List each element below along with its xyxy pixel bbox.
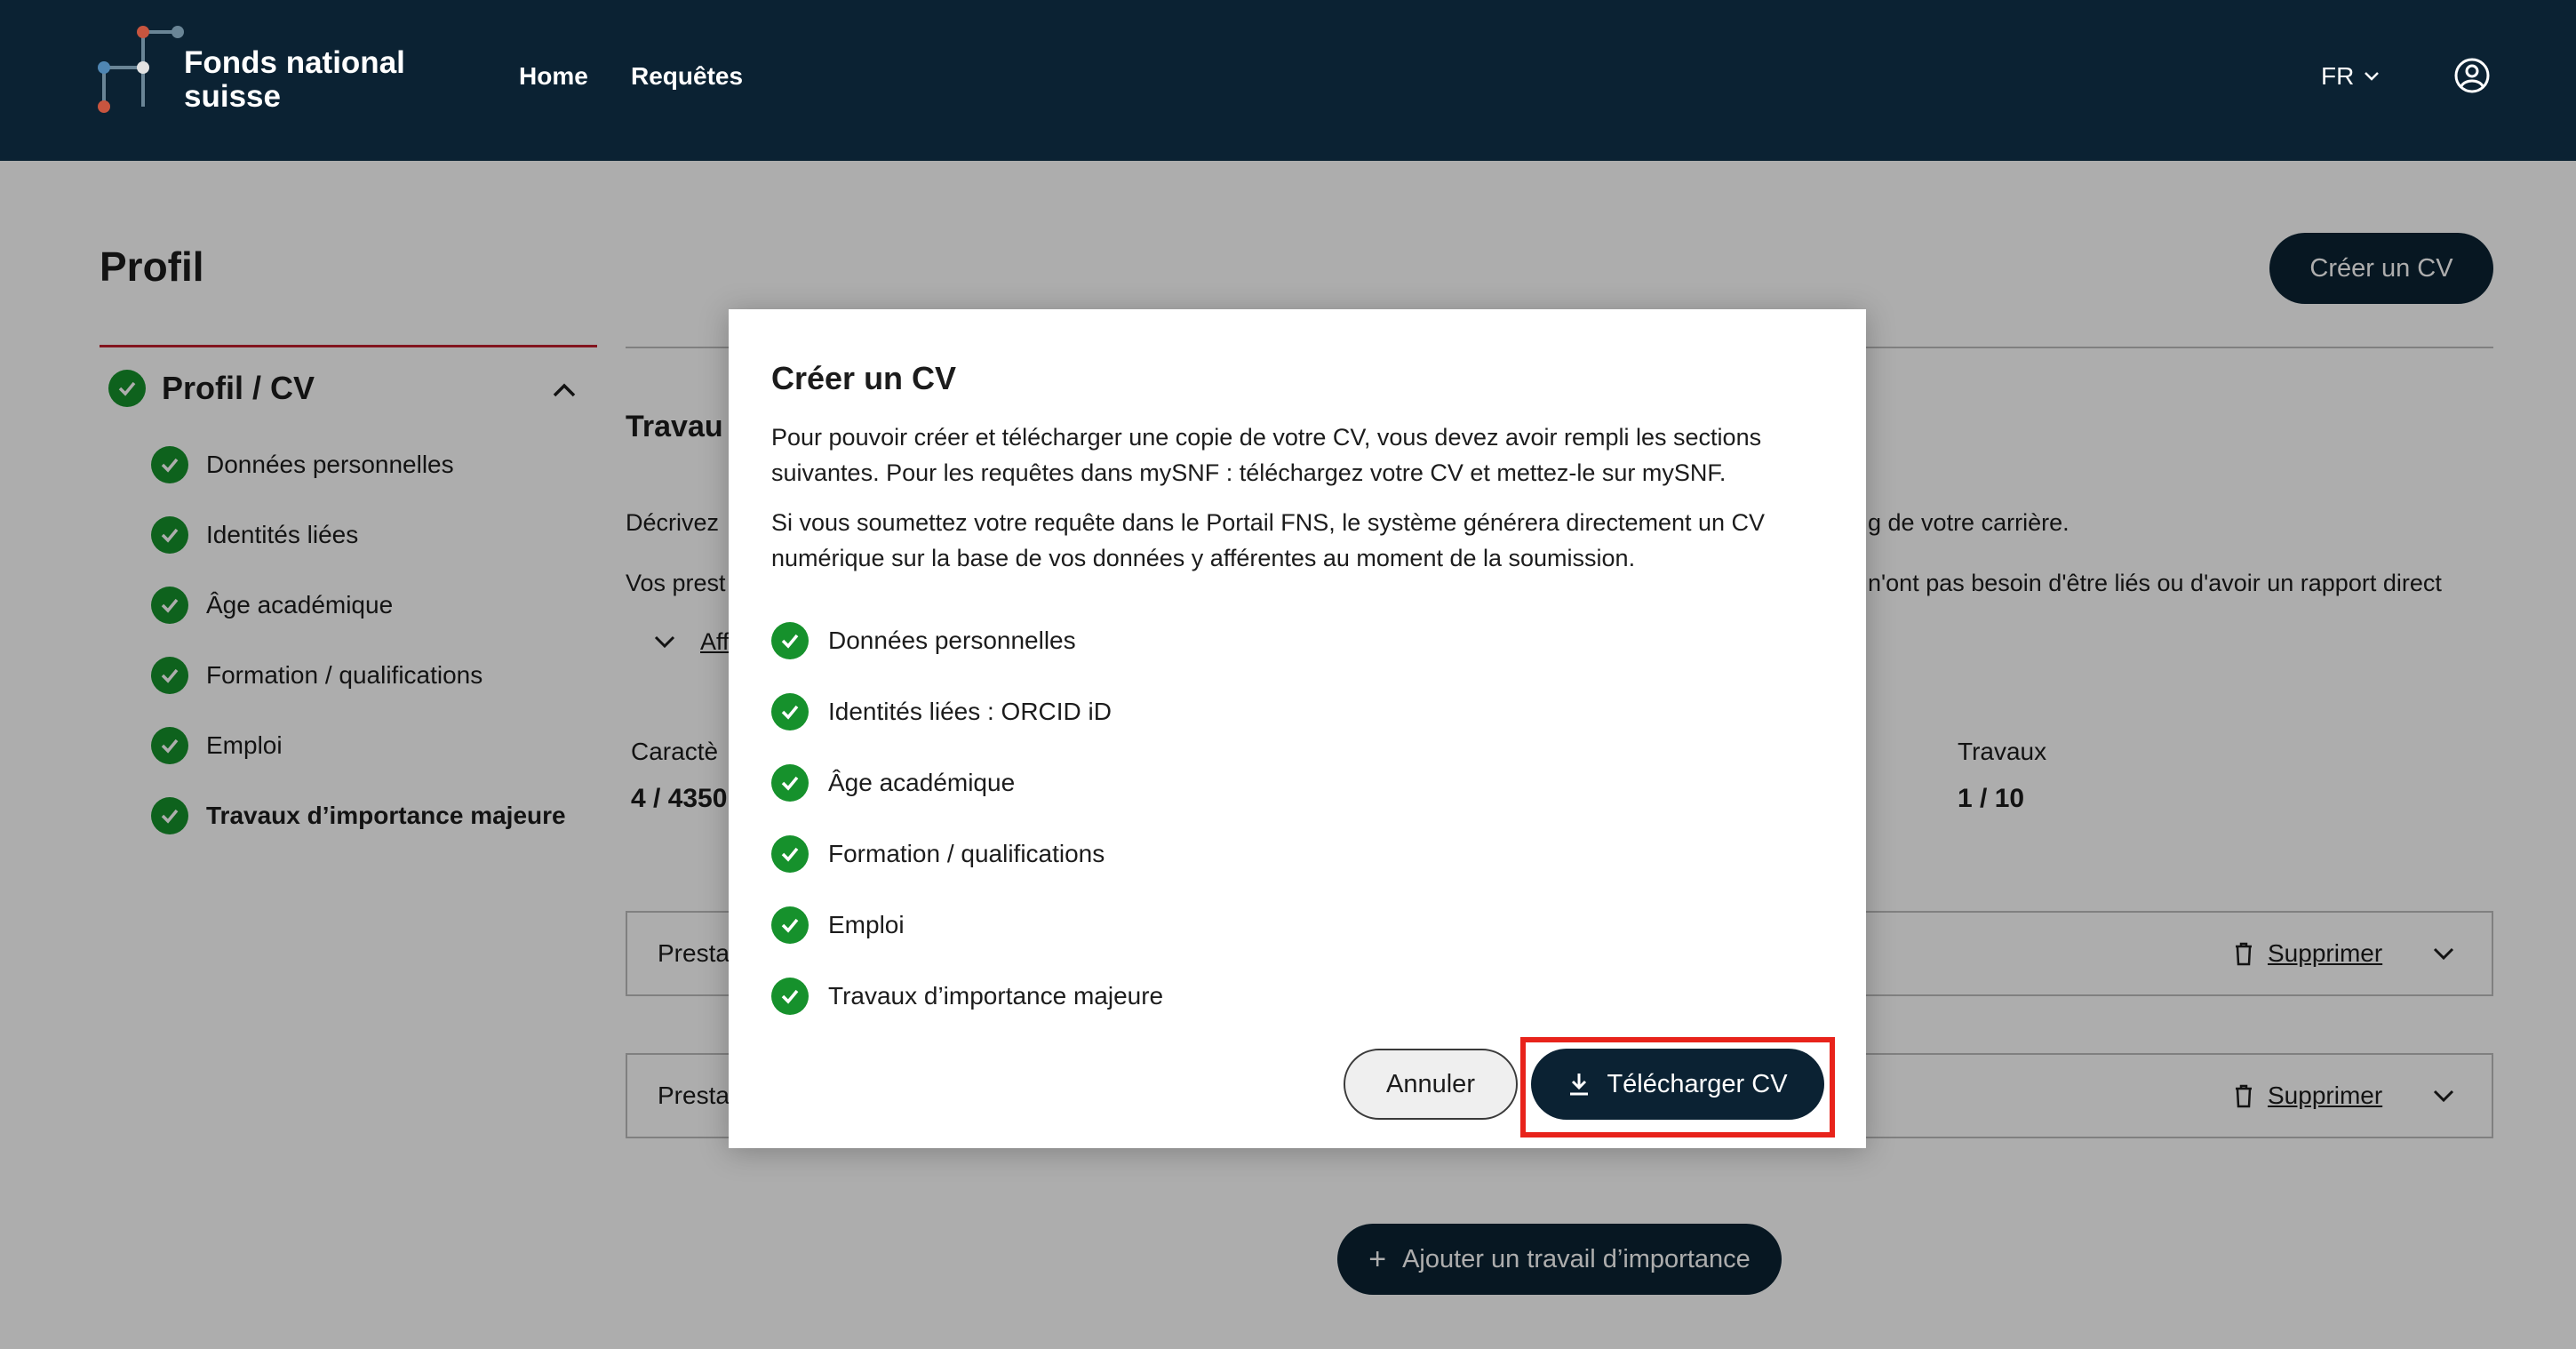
checklist-item-label: Identités liées : ORCID iD xyxy=(828,698,1112,725)
create-cv-dialog: Créer un CV Pour pouvoir créer et téléch… xyxy=(729,309,1866,1148)
download-icon xyxy=(1570,1074,1589,1096)
language-selector[interactable]: FR xyxy=(2321,60,2381,92)
check-icon xyxy=(771,764,809,802)
chevron-down-icon xyxy=(2365,72,2380,81)
download-cv-label: Télécharger CV xyxy=(1607,1069,1788,1098)
dialog-paragraph-1: Pour pouvoir créer et télécharger une co… xyxy=(771,424,1762,486)
checklist-item-label: Emploi xyxy=(828,911,905,938)
brand-name: Fonds national suisse xyxy=(184,45,405,114)
download-cv-button[interactable]: Télécharger CV xyxy=(1531,1049,1824,1120)
checklist-item-label: Âge académique xyxy=(828,769,1016,796)
snf-logo[interactable] xyxy=(93,23,191,121)
cancel-button[interactable]: Annuler xyxy=(1344,1049,1518,1120)
check-icon xyxy=(771,622,809,659)
checklist-item-label: Formation / qualifications xyxy=(828,840,1105,867)
checklist-item: Identités liées : ORCID iD xyxy=(771,693,1112,730)
checklist-item: Formation / qualifications xyxy=(771,835,1105,873)
nav-home-link[interactable]: Home xyxy=(519,60,588,92)
dialog-paragraph-2: Si vous soumettez votre requête dans le … xyxy=(771,509,1766,571)
check-icon xyxy=(771,835,809,873)
checklist-item-label: Travaux d’importance majeure xyxy=(828,982,1164,1010)
checklist-item: Âge académique xyxy=(771,764,1015,802)
checklist-item: Emploi xyxy=(771,906,905,944)
check-icon xyxy=(771,978,809,1015)
language-label: FR xyxy=(2321,62,2355,90)
check-icon xyxy=(771,693,809,730)
checklist-item-label: Données personnelles xyxy=(828,627,1076,654)
check-icon xyxy=(771,906,809,944)
user-account-icon[interactable] xyxy=(2453,57,2491,94)
top-navigation-bar: Fonds national suisse Home Requêtes FR xyxy=(0,0,2576,161)
checklist-item: Travaux d’importance majeure xyxy=(771,978,1163,1015)
dialog-title: Créer un CV xyxy=(771,360,957,396)
checklist-item: Données personnelles xyxy=(771,622,1076,659)
nav-requests-link[interactable]: Requêtes xyxy=(631,60,743,92)
